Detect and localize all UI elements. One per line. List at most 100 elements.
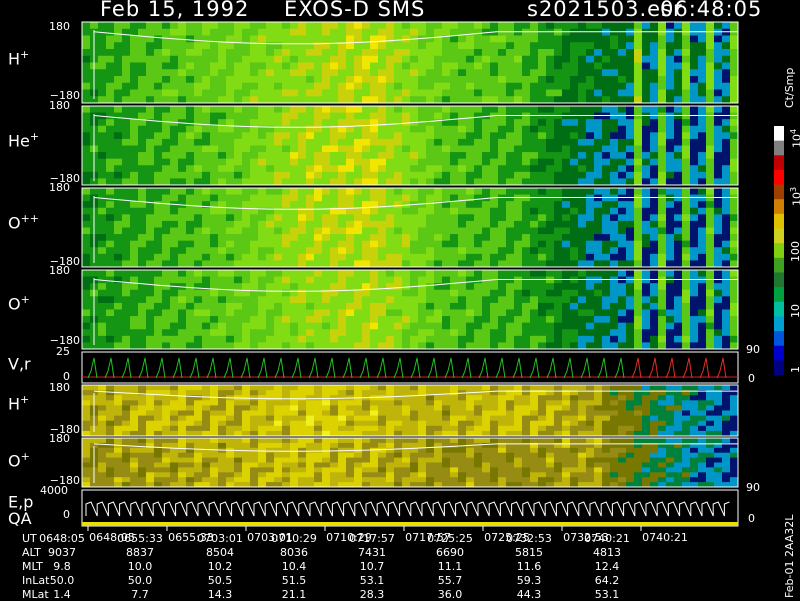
heatmap-cell bbox=[362, 29, 370, 36]
heatmap-cell bbox=[362, 290, 370, 297]
heatmap-cell bbox=[106, 296, 114, 303]
heatmap-cell bbox=[546, 316, 554, 323]
heatmap-cell bbox=[346, 283, 354, 290]
heatmap-cell bbox=[170, 421, 178, 427]
heatmap-cell bbox=[202, 178, 210, 185]
heatmap-cell bbox=[722, 426, 730, 432]
heatmap-cell bbox=[674, 139, 682, 146]
heatmap-cell bbox=[218, 228, 226, 235]
heatmap-cell bbox=[338, 416, 346, 422]
heatmap-cell bbox=[634, 260, 642, 267]
heatmap-cell bbox=[602, 69, 610, 76]
heatmap-cell bbox=[410, 323, 418, 330]
heatmap-cell bbox=[274, 172, 282, 179]
heatmap-cell bbox=[258, 69, 266, 76]
heatmap-cell bbox=[482, 310, 490, 317]
heatmap-cell bbox=[698, 76, 706, 83]
heatmap-cell bbox=[82, 453, 90, 458]
heatmap-cell bbox=[106, 395, 114, 401]
heatmap-cell bbox=[410, 221, 418, 228]
heatmap-cell bbox=[634, 139, 642, 146]
heatmap-cell bbox=[442, 195, 450, 202]
heatmap-cell bbox=[426, 146, 434, 153]
heatmap-cell bbox=[538, 385, 546, 391]
heatmap-cell bbox=[706, 310, 714, 317]
heatmap-cell bbox=[410, 29, 418, 36]
heatmap-cell bbox=[178, 438, 186, 443]
heatmap-cell bbox=[586, 405, 594, 411]
heatmap-cell bbox=[602, 132, 610, 139]
heatmap-cell bbox=[386, 22, 394, 29]
heatmap-cell bbox=[506, 36, 514, 43]
heatmap-cell bbox=[394, 159, 402, 166]
heatmap-cell bbox=[490, 152, 498, 159]
heatmap-cell bbox=[98, 42, 106, 49]
heatmap-cell bbox=[194, 411, 202, 417]
heatmap-cell bbox=[442, 336, 450, 343]
heatmap-cell bbox=[514, 63, 522, 70]
heatmap-cell bbox=[258, 76, 266, 83]
heatmap-cell bbox=[234, 234, 242, 241]
heatmap-cell bbox=[618, 228, 626, 235]
heatmap-cell bbox=[642, 90, 650, 97]
heatmap-cell bbox=[346, 159, 354, 166]
heatmap-cell bbox=[498, 421, 506, 427]
heatmap-cell bbox=[146, 247, 154, 254]
heatmap-cell bbox=[370, 385, 378, 391]
heatmap-cell bbox=[242, 96, 250, 103]
heatmap-cell bbox=[186, 165, 194, 172]
heatmap-cell bbox=[114, 247, 122, 254]
heatmap-cell bbox=[218, 254, 226, 261]
heatmap-cell bbox=[634, 283, 642, 290]
heatmap-cell bbox=[218, 221, 226, 228]
heatmap-cell bbox=[298, 165, 306, 172]
heatmap-cell bbox=[514, 296, 522, 303]
heatmap-cell bbox=[458, 411, 466, 417]
heatmap-cell bbox=[442, 277, 450, 284]
heatmap-cell bbox=[586, 208, 594, 215]
heatmap-cell bbox=[602, 63, 610, 70]
heatmap-cell bbox=[234, 106, 242, 113]
heatmap-cell bbox=[146, 42, 154, 49]
heatmap-cell bbox=[394, 270, 402, 277]
heatmap-cell bbox=[330, 329, 338, 336]
heatmap-cell bbox=[514, 126, 522, 133]
heatmap-cell bbox=[314, 247, 322, 254]
heatmap-cell bbox=[362, 132, 370, 139]
heatmap-cell bbox=[410, 254, 418, 261]
heatmap-cell bbox=[186, 201, 194, 208]
heatmap-cell bbox=[386, 113, 394, 120]
heatmap-cell bbox=[578, 146, 586, 153]
heatmap-cell bbox=[434, 29, 442, 36]
heatmap-cell bbox=[202, 69, 210, 76]
heatmap-cell bbox=[138, 260, 146, 267]
heatmap-cell bbox=[570, 139, 578, 146]
heatmap-cell bbox=[714, 421, 722, 427]
heatmap-cell bbox=[170, 22, 178, 29]
heatmap-cell bbox=[442, 411, 450, 417]
heatmap-cell bbox=[570, 63, 578, 70]
heatmap-cell bbox=[346, 90, 354, 97]
heatmap-cell bbox=[194, 458, 202, 463]
heatmap-cell bbox=[210, 146, 218, 153]
heatmap-cell bbox=[114, 421, 122, 427]
heatmap-cell bbox=[690, 36, 698, 43]
heatmap-cell bbox=[578, 214, 586, 221]
heatmap-cell bbox=[618, 83, 626, 90]
heatmap-cell bbox=[138, 443, 146, 448]
heatmap-cell bbox=[554, 96, 562, 103]
heatmap-cell bbox=[106, 283, 114, 290]
heatmap-cell bbox=[522, 132, 530, 139]
heatmap-cell bbox=[522, 283, 530, 290]
heatmap-cell bbox=[666, 221, 674, 228]
heatmap-cell bbox=[554, 172, 562, 179]
heatmap-cell bbox=[722, 22, 730, 29]
heatmap-cell bbox=[722, 126, 730, 133]
heatmap-cell bbox=[130, 323, 138, 330]
heatmap-cell bbox=[562, 22, 570, 29]
heatmap-cell bbox=[618, 69, 626, 76]
heatmap-cell bbox=[450, 270, 458, 277]
heatmap-cell bbox=[242, 336, 250, 343]
heatmap-cell bbox=[418, 260, 426, 267]
heatmap-cell bbox=[682, 214, 690, 221]
